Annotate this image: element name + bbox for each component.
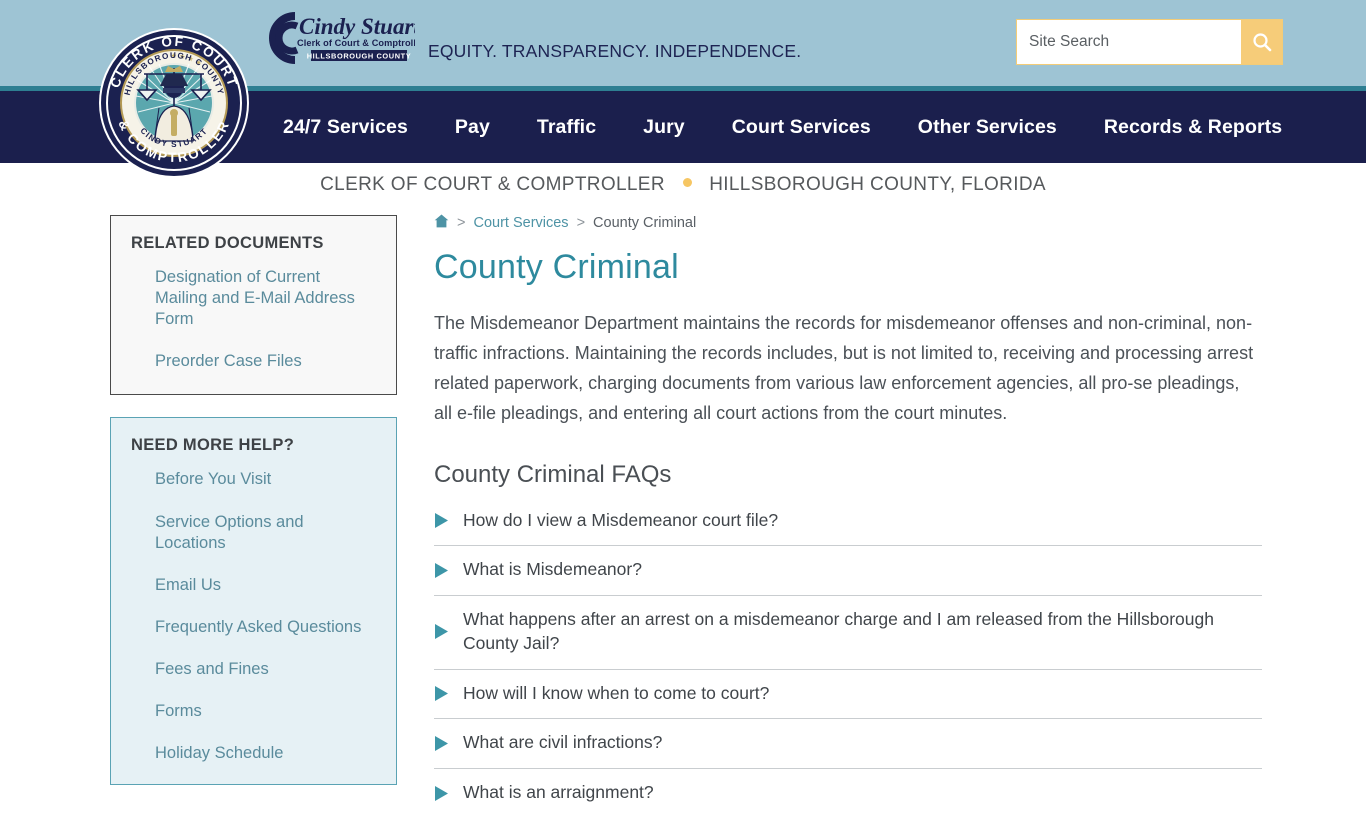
breadcrumb-home-link[interactable] bbox=[434, 214, 449, 232]
faq-question: What is Misdemeanor? bbox=[463, 558, 642, 582]
need-more-help-title: NEED MORE HELP? bbox=[131, 436, 376, 455]
breadcrumb: > Court Services > County Criminal bbox=[434, 214, 1262, 232]
intro-paragraph: The Misdemeanor Department maintains the… bbox=[434, 309, 1262, 429]
header-tagline: EQUITY. TRANSPARENCY. INDEPENDENCE. bbox=[428, 41, 801, 62]
faq-item[interactable]: What are civil infractions? bbox=[434, 719, 1262, 769]
help-link-holiday-schedule[interactable]: Holiday Schedule bbox=[155, 743, 376, 764]
help-link-service-options-and-locations[interactable]: Service Options and Locations bbox=[155, 512, 376, 554]
related-documents-links: Designation of Current Mailing and E-Mai… bbox=[131, 267, 376, 372]
faq-question: What happens after an arrest on a misdem… bbox=[463, 608, 1262, 656]
breadcrumb-item-county-criminal: County Criminal bbox=[593, 215, 696, 231]
triangle-right-icon bbox=[434, 623, 450, 640]
help-link-forms[interactable]: Forms bbox=[155, 701, 376, 722]
faq-section-title: County Criminal FAQs bbox=[434, 461, 1262, 489]
triangle-right-icon bbox=[434, 735, 450, 752]
search-input[interactable] bbox=[1017, 20, 1241, 64]
triangle-right-icon bbox=[434, 512, 450, 529]
nav-item-records-reports[interactable]: Records & Reports bbox=[1104, 116, 1282, 139]
related-documents-title: RELATED DOCUMENTS bbox=[131, 234, 376, 253]
nav-item-traffic[interactable]: Traffic bbox=[537, 116, 596, 139]
faq-item[interactable]: How will I know when to come to court? bbox=[434, 670, 1262, 720]
need-more-help-links: Before You Visit Service Options and Loc… bbox=[131, 469, 376, 764]
faq-question: What are civil infractions? bbox=[463, 731, 662, 755]
cindy-stuart-logo-graphic: Cindy Stuart Clerk of Court & Comptrolle… bbox=[265, 8, 415, 70]
breadcrumb-item-court-services[interactable]: Court Services bbox=[473, 215, 568, 231]
cindy-stuart-logo[interactable]: Cindy Stuart Clerk of Court & Comptrolle… bbox=[265, 8, 415, 70]
sidebar: RELATED DOCUMENTS Designation of Current… bbox=[110, 215, 397, 785]
nav-item-court-services[interactable]: Court Services bbox=[732, 116, 871, 139]
related-document-link[interactable]: Preorder Case Files bbox=[155, 351, 376, 372]
help-link-frequently-asked-questions[interactable]: Frequently Asked Questions bbox=[155, 617, 376, 638]
faq-list: How do I view a Misdemeanor court file? … bbox=[434, 497, 1262, 818]
svg-text:Clerk of Court & Comptroller: Clerk of Court & Comptroller bbox=[297, 38, 415, 48]
svg-text:Cindy Stuart: Cindy Stuart bbox=[299, 14, 415, 39]
nav-item-jury[interactable]: Jury bbox=[643, 116, 685, 139]
related-document-link[interactable]: Designation of Current Mailing and E-Mai… bbox=[155, 267, 376, 330]
faq-item[interactable]: What is an arraignment? bbox=[434, 769, 1262, 818]
help-link-email-us[interactable]: Email Us bbox=[155, 575, 376, 596]
subtitle-left: CLERK OF COURT & COMPTROLLER bbox=[320, 174, 665, 195]
triangle-right-icon bbox=[434, 562, 450, 579]
nav-item-other-services[interactable]: Other Services bbox=[918, 116, 1057, 139]
nav-items: 24/7 Services Pay Traffic Jury Court Ser… bbox=[283, 91, 1282, 163]
help-link-before-you-visit[interactable]: Before You Visit bbox=[155, 469, 376, 490]
subtitle-separator-dot bbox=[683, 178, 692, 187]
svg-text:★ ★ ★ ★: ★ ★ ★ ★ bbox=[97, 8, 100, 10]
nav-item-247-services[interactable]: 24/7 Services bbox=[283, 116, 408, 139]
related-documents-card: RELATED DOCUMENTS Designation of Current… bbox=[110, 215, 397, 395]
site-search[interactable] bbox=[1016, 19, 1283, 65]
breadcrumb-separator: > bbox=[577, 215, 585, 231]
home-icon bbox=[434, 214, 449, 228]
triangle-right-icon bbox=[434, 685, 450, 702]
nav-item-pay[interactable]: Pay bbox=[455, 116, 490, 139]
faq-question: How will I know when to come to court? bbox=[463, 682, 769, 706]
faq-item[interactable]: What happens after an arrest on a misdem… bbox=[434, 596, 1262, 670]
page-title: County Criminal bbox=[434, 248, 1262, 287]
search-icon bbox=[1251, 31, 1273, 53]
faq-question: What is an arraignment? bbox=[463, 781, 654, 805]
need-more-help-card: NEED MORE HELP? Before You Visit Service… bbox=[110, 417, 397, 785]
subtitle-right: HILLSBOROUGH COUNTY, FLORIDA bbox=[709, 174, 1046, 195]
svg-text:HILLSBOROUGH COUNTY: HILLSBOROUGH COUNTY bbox=[307, 52, 412, 61]
faq-item[interactable]: What is Misdemeanor? bbox=[434, 546, 1262, 596]
search-submit-button[interactable] bbox=[1241, 20, 1282, 64]
breadcrumb-separator: > bbox=[457, 215, 465, 231]
faq-question: How do I view a Misdemeanor court file? bbox=[463, 509, 778, 533]
clerk-of-court-seal[interactable]: ★ ★ ★ ★ ★ ★ ★ ★ CLERK OF COURT & COMPTRO… bbox=[97, 8, 252, 194]
triangle-right-icon bbox=[434, 785, 450, 802]
seal-graphic: ★ ★ ★ ★ ★ ★ ★ ★ CLERK OF COURT & COMPTRO… bbox=[97, 8, 252, 194]
help-link-fees-and-fines[interactable]: Fees and Fines bbox=[155, 659, 376, 680]
main-content: > Court Services > County Criminal Count… bbox=[434, 214, 1262, 818]
faq-item[interactable]: How do I view a Misdemeanor court file? bbox=[434, 497, 1262, 547]
